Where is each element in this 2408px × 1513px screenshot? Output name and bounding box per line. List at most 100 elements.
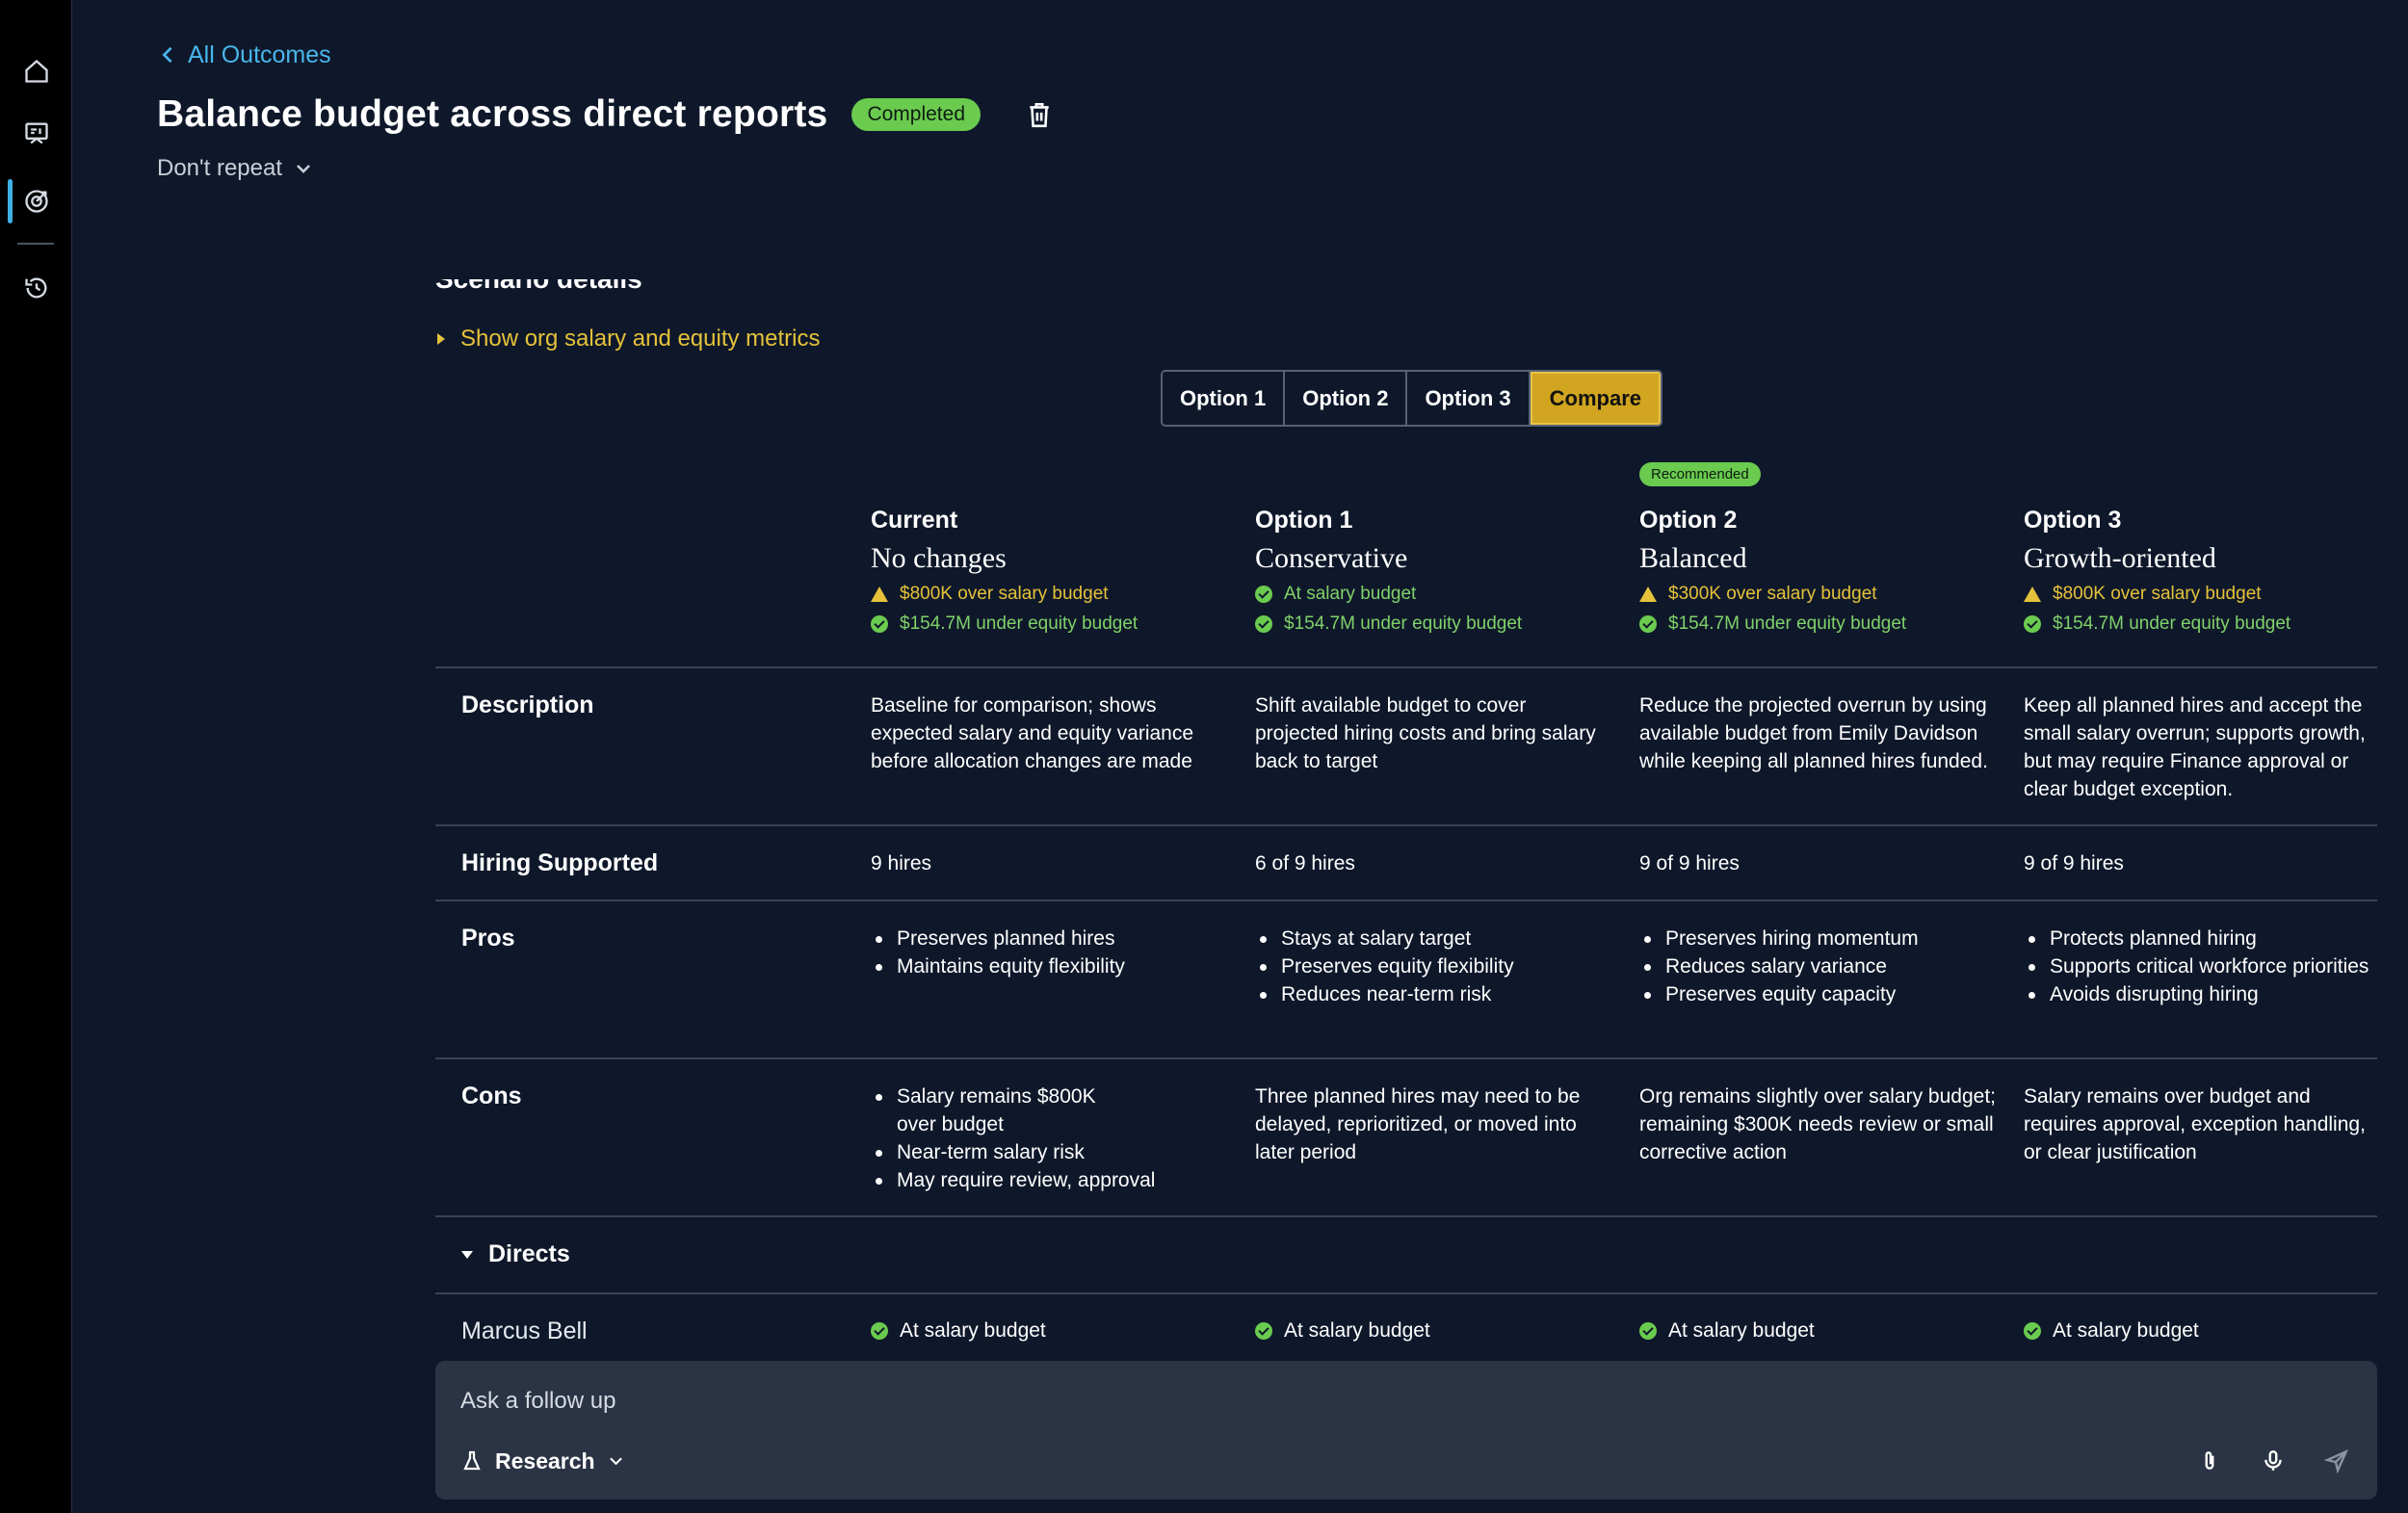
column-header-option-1: Option 1 Conservative At salary budget $…: [1255, 507, 1621, 635]
column-header-option-2: Recommended Option 2 Balanced $300K over…: [1639, 462, 2005, 635]
salary-status-text: At salary budget: [1284, 584, 1417, 604]
row-divider: [435, 1215, 2377, 1217]
list-item: Stays at salary target: [1255, 925, 1611, 952]
caret-down-icon: [461, 1250, 473, 1259]
description-cell: Keep all planned hires and accept the sm…: [2024, 694, 2366, 800]
salary-status: $300K over salary budget: [1639, 584, 2005, 605]
list-item: Preserves equity flexibility: [1255, 952, 1611, 980]
salary-status: $800K over salary budget: [2024, 584, 2377, 605]
equity-status: $154.7M under equity budget: [871, 613, 1237, 635]
column-title: Current: [871, 507, 958, 534]
caret-right-icon: [437, 333, 445, 345]
history-icon[interactable]: [17, 269, 56, 307]
direct-status: At salary budget: [1255, 1319, 1430, 1343]
all-outcomes-link[interactable]: All Outcomes: [159, 39, 331, 71]
row-label-description: Description: [461, 691, 594, 718]
salary-status-text: $800K over salary budget: [2053, 584, 2262, 604]
chevron-down-icon: [609, 1457, 622, 1466]
check-circle-icon: [871, 615, 888, 633]
research-mode-dropdown[interactable]: Research: [462, 1444, 623, 1478]
tab-option-3[interactable]: Option 3: [1407, 372, 1531, 425]
recommended-badge: Recommended: [1639, 462, 1761, 486]
attach-button[interactable]: [2194, 1446, 2225, 1476]
cons-cell: Salary remains $800K over budget Near-te…: [871, 1083, 1227, 1194]
list-item: Avoids disrupting hiring: [2024, 980, 2377, 1008]
repeat-value: Don't repeat: [157, 155, 282, 181]
row-divider: [435, 900, 2377, 901]
direct-status: At salary budget: [1639, 1319, 1815, 1343]
list-item: Reduces near-term risk: [1255, 980, 1611, 1008]
list-item: Near-term salary risk: [871, 1138, 1227, 1166]
repeat-dropdown[interactable]: Don't repeat: [157, 152, 311, 185]
row-label-cons: Cons: [461, 1083, 522, 1109]
directs-toggle[interactable]: Directs: [461, 1240, 570, 1268]
tab-option-2[interactable]: Option 2: [1285, 372, 1408, 425]
warning-icon: [1639, 587, 1657, 602]
microphone-icon: [2264, 1450, 2282, 1471]
check-circle-icon: [2024, 615, 2041, 633]
flask-icon: [463, 1450, 481, 1471]
column-title: Option 1: [1255, 507, 1353, 534]
left-nav-rail: [0, 0, 72, 1513]
equity-status: $154.7M under equity budget: [2024, 613, 2377, 635]
direct-status-text: At salary budget: [2053, 1319, 2199, 1342]
follow-up-input[interactable]: [460, 1382, 1905, 1421]
direct-status-text: At salary budget: [1668, 1319, 1815, 1342]
metrics-toggle[interactable]: Show org salary and equity metrics: [435, 326, 821, 352]
send-icon: [2324, 1448, 2349, 1474]
description-cell: Baseline for comparison; shows expected …: [871, 694, 1194, 772]
scenario-heading: Scenario details: [435, 279, 642, 295]
microphone-button[interactable]: [2258, 1446, 2289, 1476]
salary-status-text: $800K over salary budget: [900, 584, 1109, 604]
list-item: Salary remains $800K over budget: [871, 1083, 1121, 1138]
list-item: Preserves equity capacity: [1639, 980, 1996, 1008]
check-circle-icon: [1255, 615, 1272, 633]
hiring-cell: 6 of 9 hires: [1255, 852, 1355, 874]
column-header-current: Current No changes $800K over salary bud…: [871, 507, 1237, 635]
tab-compare[interactable]: Compare: [1530, 372, 1662, 425]
back-link-label: All Outcomes: [188, 40, 331, 68]
column-subtitle: Growth-oriented: [2024, 542, 2216, 574]
pros-cell: Stays at salary target Preserves equity …: [1255, 925, 1611, 1008]
list-item: Preserves planned hires: [871, 925, 1227, 952]
page-title: Balance budget across direct reports: [157, 93, 828, 135]
check-circle-icon: [1639, 615, 1657, 633]
warning-icon: [2024, 587, 2041, 602]
list-item: Preserves hiring momentum: [1639, 925, 1996, 952]
research-mode-label: Research: [495, 1448, 595, 1474]
list-item: Maintains equity flexibility: [871, 952, 1227, 980]
hiring-cell: 9 of 9 hires: [2024, 852, 2124, 874]
follow-up-composer: Research: [435, 1361, 2377, 1500]
salary-status: $800K over salary budget: [871, 584, 1237, 605]
check-circle-icon: [2024, 1322, 2041, 1340]
column-title: Option 2: [1639, 507, 1738, 534]
description-cell: Reduce the projected overrun by using av…: [1639, 694, 1988, 772]
equity-status-text: $154.7M under equity budget: [1668, 613, 1907, 634]
option-tabs: Option 1 Option 2 Option 3 Compare: [1161, 370, 1663, 427]
row-label-pros: Pros: [461, 925, 515, 952]
home-icon[interactable]: [17, 52, 56, 91]
check-circle-icon: [1639, 1322, 1657, 1340]
target-icon[interactable]: [17, 182, 56, 221]
equity-status: $154.7M under equity budget: [1639, 613, 2005, 635]
composer-tools: [2194, 1446, 2352, 1476]
pros-cell: Preserves planned hires Maintains equity…: [871, 925, 1227, 980]
direct-name: Marcus Bell: [461, 1317, 588, 1344]
delete-button[interactable]: [1024, 99, 1055, 130]
metrics-toggle-label: Show org salary and equity metrics: [460, 326, 821, 352]
salary-status-text: $300K over salary budget: [1668, 584, 1877, 604]
direct-status-text: At salary budget: [900, 1319, 1046, 1342]
equity-status-text: $154.7M under equity budget: [900, 613, 1139, 634]
direct-status-text: At salary budget: [1284, 1319, 1430, 1342]
check-circle-icon: [871, 1322, 888, 1340]
equity-status-text: $154.7M under equity budget: [2053, 613, 2291, 634]
row-divider: [435, 1057, 2377, 1059]
list-item: Reduces salary variance: [1639, 952, 1996, 980]
presentation-icon[interactable]: [17, 114, 56, 152]
row-divider: [435, 666, 2377, 668]
send-button[interactable]: [2321, 1446, 2352, 1476]
pros-cell: Protects planned hiring Supports critica…: [2024, 925, 2377, 1008]
cons-cell: Salary remains over budget and requires …: [2024, 1085, 2366, 1163]
directs-label: Directs: [488, 1240, 570, 1267]
tab-option-1[interactable]: Option 1: [1163, 372, 1286, 425]
